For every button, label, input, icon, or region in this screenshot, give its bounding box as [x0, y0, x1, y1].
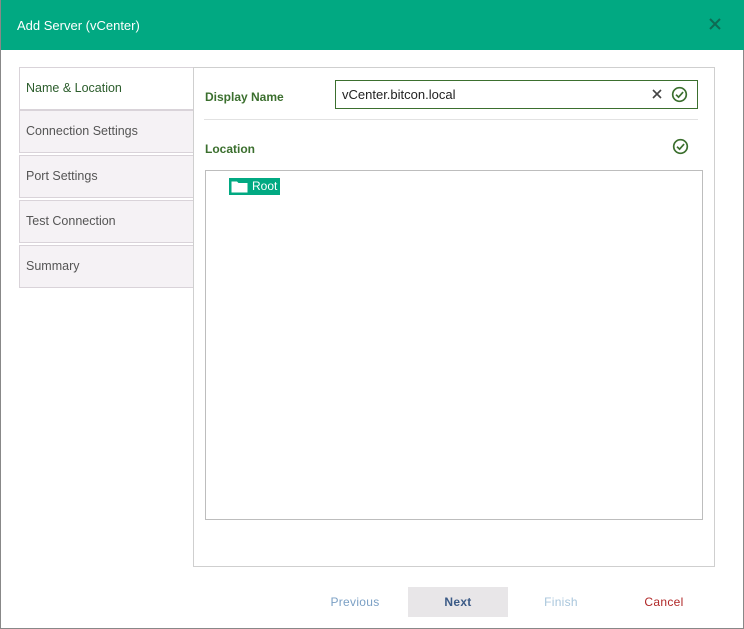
step-port-settings[interactable]: Port Settings: [19, 155, 194, 198]
location-valid-check-icon: [672, 138, 689, 155]
step-label: Connection Settings: [26, 124, 138, 138]
tree-node-root[interactable]: Root: [229, 178, 281, 195]
step-label: Port Settings: [26, 169, 98, 183]
dialog-titlebar: Add Server (vCenter): [1, 0, 744, 50]
cancel-button[interactable]: Cancel: [629, 587, 699, 617]
location-label: Location: [205, 142, 255, 156]
clear-icon[interactable]: [650, 87, 664, 101]
location-tree: Root: [205, 170, 703, 520]
step-connection-settings[interactable]: Connection Settings: [19, 110, 194, 153]
finish-button[interactable]: Finish: [527, 587, 595, 617]
display-name-field: [335, 80, 698, 109]
add-server-dialog: Add Server (vCenter) Name & Location Con…: [0, 0, 744, 629]
display-name-input[interactable]: [336, 81, 636, 108]
divider: [204, 119, 698, 120]
step-content-panel: Display Name Location Root: [193, 67, 715, 567]
step-label: Test Connection: [26, 214, 116, 228]
display-name-label: Display Name: [205, 90, 284, 104]
step-test-connection[interactable]: Test Connection: [19, 200, 194, 243]
step-summary[interactable]: Summary: [19, 245, 194, 288]
tree-node-label: Root: [252, 179, 278, 193]
dialog-title: Add Server (vCenter): [17, 18, 140, 33]
valid-check-icon: [671, 86, 688, 103]
step-label: Summary: [26, 259, 80, 273]
step-name-location[interactable]: Name & Location: [19, 67, 194, 110]
step-label: Name & Location: [26, 81, 122, 95]
previous-button[interactable]: Previous: [317, 587, 393, 617]
next-button[interactable]: Next: [408, 587, 508, 617]
close-icon[interactable]: [707, 16, 723, 32]
folder-icon: [231, 181, 248, 193]
